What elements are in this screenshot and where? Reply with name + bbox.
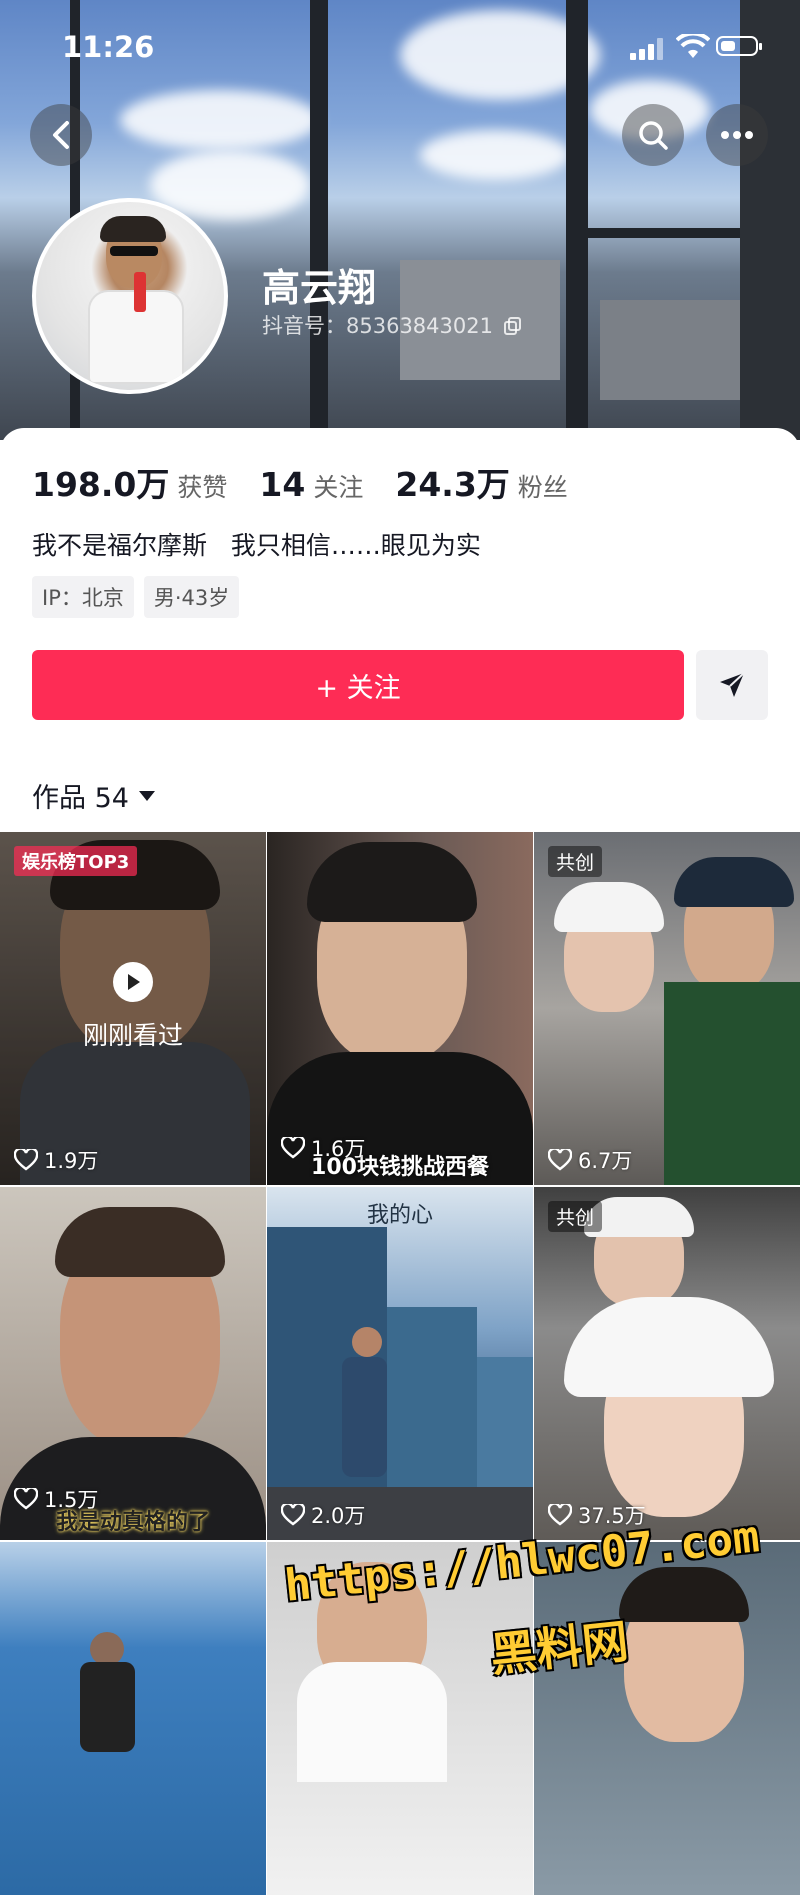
more-button[interactable] <box>706 104 768 166</box>
recently-watched-label: 刚刚看过 <box>82 1021 183 1050</box>
avatar[interactable] <box>32 198 228 394</box>
video-likes-count: 6.7万 <box>578 1149 633 1173</box>
follow-button[interactable]: + 关注 <box>32 650 684 720</box>
video-thumbnail[interactable]: 娱乐榜TOP3 刚刚看过 1.9万 <box>0 832 266 1185</box>
more-dots-icon <box>721 131 753 139</box>
ip-location-tag: IP：北京 <box>32 576 134 618</box>
heart-icon <box>14 1149 38 1171</box>
following-count[interactable]: 14 <box>259 465 305 504</box>
video-thumbnail[interactable]: 100块钱挑战西餐 1.6万 <box>267 832 533 1185</box>
video-thumbnail[interactable]: 共创 6.7万 <box>534 832 800 1185</box>
gender-age-tag: 男·43岁 <box>143 576 240 618</box>
signal-icon <box>630 38 666 60</box>
video-grid: 娱乐榜TOP3 刚刚看过 1.9万 100块钱挑战西餐 1.6万 共创 6.7万 <box>0 832 800 1895</box>
battery-icon <box>716 36 762 56</box>
heart-icon <box>548 1149 572 1171</box>
copy-icon <box>503 317 521 335</box>
video-likes-count: 2.0万 <box>311 1504 366 1528</box>
video-thumbnail[interactable]: 我是动真格的了 1.5万 <box>0 1187 266 1540</box>
video-thumbnail[interactable]: 我的心 2.0万 <box>267 1187 533 1540</box>
heart-icon <box>14 1488 38 1510</box>
profile-tags: IP：北京 男·43岁 <box>32 576 240 618</box>
collab-badge: 共创 <box>548 1201 603 1232</box>
video-thumbnail[interactable]: 共创 37.5万 <box>534 1187 800 1540</box>
douyin-id-text: 抖音号：85363843021 <box>262 314 493 338</box>
following-label[interactable]: 关注 <box>313 468 363 504</box>
collab-badge: 共创 <box>548 846 603 877</box>
send-message-button[interactable] <box>696 650 768 720</box>
profile-bio: 我不是福尔摩斯 我只相信……眼见为实 <box>32 531 481 560</box>
video-likes-count: 1.6万 <box>311 1137 366 1161</box>
send-icon <box>720 672 745 697</box>
heart-icon <box>281 1137 305 1159</box>
works-tab[interactable]: 作品 54 <box>32 776 157 815</box>
followers-count[interactable]: 24.3万 <box>395 458 509 506</box>
profile-name: 高云翔 <box>262 266 377 310</box>
followers-label[interactable]: 粉丝 <box>518 468 568 504</box>
works-label: 作品 54 <box>32 783 129 814</box>
video-likes-count: 1.5万 <box>44 1488 99 1512</box>
heart-icon <box>548 1504 572 1526</box>
video-likes: 1.5万 <box>14 1484 98 1514</box>
video-likes: 6.7万 <box>548 1145 632 1175</box>
status-time: 11:26 <box>62 30 155 64</box>
top-badge: 娱乐榜TOP3 <box>14 846 138 876</box>
video-likes: 1.9万 <box>14 1145 98 1175</box>
wifi-icon <box>676 34 710 58</box>
chevron-left-icon <box>53 121 69 149</box>
play-icon <box>113 962 153 1002</box>
caret-down-icon <box>138 790 155 801</box>
profile-stats: 198.0万 获赞 14 关注 24.3万 粉丝 <box>32 458 600 506</box>
likes-label: 获赞 <box>177 473 228 502</box>
status-bar: 11:26 <box>0 0 800 96</box>
back-button[interactable] <box>30 104 92 166</box>
video-thumbnail[interactable] <box>0 1542 266 1895</box>
search-button[interactable] <box>622 104 684 166</box>
search-icon <box>639 121 668 150</box>
recently-watched-overlay: 刚刚看过 <box>0 962 266 1052</box>
video-likes: 2.0万 <box>281 1500 365 1530</box>
video-likes: 1.6万 <box>281 1133 365 1163</box>
video-thumbnail[interactable] <box>534 1542 800 1895</box>
video-caption: 我的心 <box>366 1203 433 1228</box>
heart-icon <box>281 1504 305 1526</box>
video-likes-count: 1.9万 <box>44 1149 99 1173</box>
likes-count: 198.0万 <box>32 465 170 504</box>
douyin-id[interactable]: 抖音号：85363843021 <box>262 310 522 340</box>
